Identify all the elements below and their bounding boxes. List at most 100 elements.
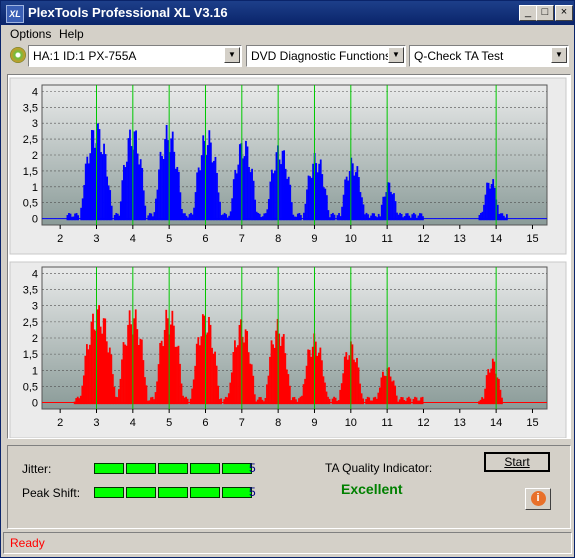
y-tick-label: 1 (32, 365, 38, 377)
peak-shift-meter (94, 487, 252, 498)
window-title: PlexTools Professional XL V3.16 (28, 5, 228, 20)
meter-segment (94, 463, 124, 474)
x-tick-label: 13 (454, 417, 466, 429)
meter-segment (126, 463, 156, 474)
histogram-bar (501, 397, 503, 405)
x-tick-label: 11 (381, 417, 392, 429)
y-tick-label: 4 (32, 86, 38, 98)
charts-svg: 0 0,5 1 1,5 2 2,5 3 3,5 4 2 3 4 5 6 7 8 9 10 11 12 13 14 15 0 0,… (9, 77, 567, 438)
jitter-label: Jitter: (22, 462, 52, 476)
x-tick-label: 13 (454, 233, 466, 245)
start-button[interactable]: Start (484, 452, 550, 472)
x-tick-label: 6 (202, 417, 208, 429)
meter-segment (126, 487, 156, 498)
y-tick-label: 3 (32, 301, 38, 313)
charts-panel: 0 0,5 1 1,5 2 2,5 3 3,5 4 2 3 4 5 6 7 8 9 10 11 12 13 14 15 0 0,… (7, 74, 571, 439)
x-tick-label: 9 (311, 233, 317, 245)
x-tick-label: 12 (417, 417, 429, 429)
y-tick-label: 2,5 (23, 134, 38, 146)
meter-segment (190, 487, 220, 498)
jitter-value: 5 (249, 461, 256, 475)
y-tick-label: 0,5 (23, 381, 38, 393)
jitter-meter (94, 463, 252, 474)
x-tick-label: 14 (490, 417, 502, 429)
x-tick-label: 8 (275, 233, 281, 245)
meter-segment (222, 463, 252, 474)
results-panel: Jitter: 5 Peak Shift: 5 TA Quality Indic… (7, 445, 571, 529)
y-tick-label: 2 (32, 333, 38, 345)
histogram-bar (333, 214, 336, 221)
x-tick-label: 4 (130, 233, 136, 245)
y-tick-label: 3 (32, 118, 38, 130)
app-logo-icon: XL (6, 5, 24, 23)
info-icon: i (530, 491, 546, 506)
ta-quality-label: TA Quality Indicator: (325, 461, 433, 475)
test-select-value: Q-Check TA Test (414, 49, 504, 63)
histogram-bar (409, 398, 412, 405)
menu-help[interactable]: Help (59, 27, 84, 41)
close-button[interactable]: × (555, 5, 573, 21)
maximize-button[interactable]: □ (536, 5, 554, 21)
x-tick-label: 12 (417, 233, 429, 245)
y-tick-label: 1,5 (23, 349, 38, 361)
y-tick-label: 3,5 (23, 285, 38, 297)
x-tick-label: 2 (57, 233, 63, 245)
histogram-bar (299, 215, 302, 221)
drive-select-value: HA:1 ID:1 PX-755A (33, 49, 137, 63)
x-tick-label: 10 (345, 233, 357, 245)
disc-drive-icon (10, 47, 26, 63)
ta-quality-value: Excellent (341, 481, 403, 497)
drive-select[interactable]: HA:1 ID:1 PX-755A ▼ (28, 45, 242, 67)
meter-segment (158, 487, 188, 498)
histogram-bar (362, 398, 364, 405)
y-tick-label: 2 (32, 150, 38, 162)
histogram-bar (144, 205, 147, 221)
function-select[interactable]: DVD Diagnostic Functions ▼ (246, 45, 406, 67)
x-tick-label: 15 (526, 417, 538, 429)
y-tick-label: 0 (32, 398, 38, 410)
x-tick-label: 10 (345, 417, 357, 429)
chevron-down-icon[interactable]: ▼ (388, 47, 404, 63)
y-tick-label: 2,5 (23, 317, 38, 329)
start-button-label: Start (504, 455, 530, 469)
x-tick-label: 11 (381, 233, 392, 245)
peak-shift-label: Peak Shift: (22, 486, 81, 500)
histogram-bar (186, 398, 189, 405)
app-window: XL PlexTools Professional XL V3.16 _ □ ×… (0, 0, 575, 558)
x-tick-label: 9 (311, 417, 317, 429)
y-tick-label: 1,5 (23, 166, 38, 178)
histogram-bar (220, 398, 223, 405)
y-tick-label: 4 (32, 268, 38, 280)
meter-segment (94, 487, 124, 498)
y-tick-label: 0 (32, 214, 38, 226)
title-bar: XL PlexTools Professional XL V3.16 _ □ × (1, 1, 574, 25)
meter-segment (222, 487, 252, 498)
histogram-bar (505, 214, 508, 221)
x-tick-label: 4 (130, 417, 136, 429)
x-tick-label: 5 (166, 417, 172, 429)
test-select[interactable]: Q-Check TA Test ▼ (409, 45, 569, 67)
x-tick-label: 2 (57, 417, 63, 429)
y-tick-label: 0,5 (23, 198, 38, 210)
chevron-down-icon[interactable]: ▼ (551, 47, 567, 63)
status-text: Ready (10, 536, 45, 550)
x-tick-label: 6 (202, 233, 208, 245)
meter-segment (158, 463, 188, 474)
peak-shift-value: 5 (249, 485, 256, 499)
minimize-button[interactable]: _ (519, 5, 537, 21)
histogram-bar (110, 205, 113, 221)
function-select-value: DVD Diagnostic Functions (251, 49, 392, 63)
y-tick-label: 3,5 (23, 102, 38, 114)
status-bar: Ready (3, 532, 572, 554)
x-tick-label: 3 (93, 417, 99, 429)
menu-options[interactable]: Options (10, 27, 51, 41)
x-tick-label: 14 (490, 233, 502, 245)
x-tick-label: 5 (166, 233, 172, 245)
x-tick-label: 7 (239, 417, 245, 429)
x-tick-label: 7 (239, 233, 245, 245)
chevron-down-icon[interactable]: ▼ (224, 47, 240, 63)
x-tick-label: 3 (93, 233, 99, 245)
info-button[interactable]: i (525, 488, 551, 510)
histogram-bar (421, 396, 424, 405)
menu-bar: Options Help (1, 25, 574, 43)
